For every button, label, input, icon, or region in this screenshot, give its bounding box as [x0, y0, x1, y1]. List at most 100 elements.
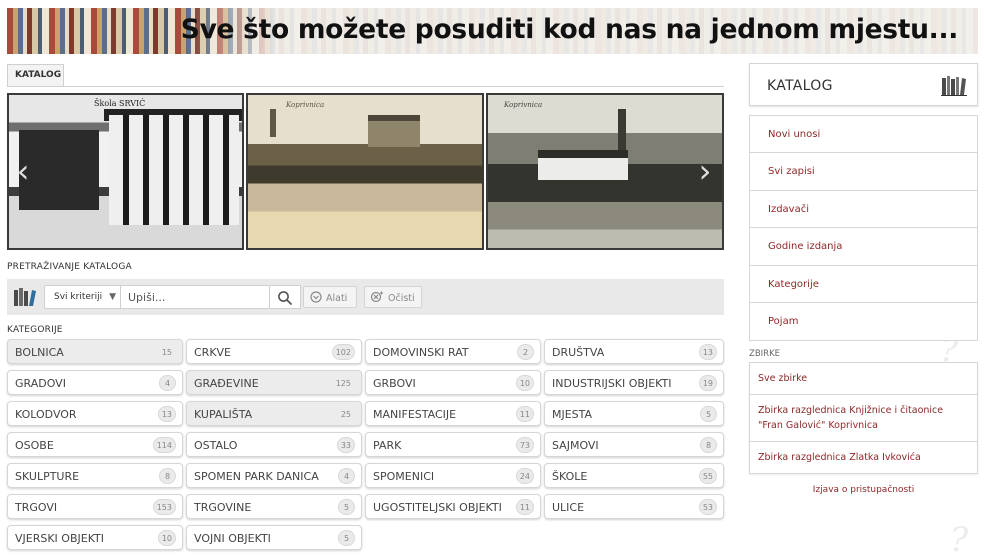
sidebar-item-pojam[interactable]: Pojam — [750, 303, 977, 340]
category-button[interactable]: KOLODVOR 13 — [7, 401, 183, 426]
image-carousel: Škola SRVIĆ Koprivnica Koprivnica ‹ › — [7, 93, 724, 250]
categories-title: KATEGORIJE — [7, 325, 63, 335]
watermark-glyph: ? — [950, 520, 969, 555]
category-button[interactable]: GRAĐEVINE 125 — [186, 370, 362, 395]
category-count-badge: 102 — [331, 344, 355, 360]
sidebar-title: KATALOG — [767, 78, 833, 94]
sidebar-item-svi-zapisi[interactable]: Svi zapisi — [750, 153, 977, 191]
category-button[interactable]: TRGOVI 153 — [7, 494, 183, 519]
category-count-badge: 55 — [698, 468, 717, 484]
category-button[interactable]: SKULPTURE 8 — [7, 463, 183, 488]
category-label: PARK — [373, 439, 402, 452]
clear-button[interactable]: Očisti — [364, 286, 422, 308]
category-label: UGOSTITELJSKI OBJEKTI — [373, 501, 502, 514]
category-button[interactable]: OSOBE 114 — [7, 432, 183, 457]
category-label: KOLODVOR — [15, 408, 77, 421]
category-count-badge: 53 — [698, 499, 717, 515]
category-label: GRADOVI — [15, 377, 66, 390]
category-label: INDUSTRIJSKI OBJEKTI — [552, 377, 672, 390]
category-label: CRKVE — [194, 346, 232, 359]
category-label: TRGOVINE — [194, 501, 252, 514]
search-button[interactable] — [270, 285, 301, 309]
category-count-badge: 2 — [517, 344, 534, 360]
sidebar-item-izdavaci[interactable]: Izdavači — [750, 191, 977, 229]
tools-button[interactable]: Alati — [303, 286, 357, 308]
category-button[interactable]: MANIFESTACIJE 11 — [365, 401, 541, 426]
accessibility-statement-link[interactable]: Izjava o pristupačnosti — [749, 485, 978, 495]
category-button[interactable]: MJESTA 5 — [544, 401, 724, 426]
category-button[interactable]: VOJNI OBJEKTI 5 — [186, 525, 362, 550]
tab-katalog[interactable]: KATALOG — [7, 64, 64, 86]
category-label: SKULPTURE — [15, 470, 80, 483]
collection-item-fran-galovic[interactable]: Zbirka razglednica Knjižnice i čitaonice… — [750, 395, 977, 442]
photo-caption: Koprivnica — [286, 101, 325, 109]
category-label: GRBOVI — [373, 377, 416, 390]
category-button[interactable]: PARK 73 — [365, 432, 541, 457]
category-button[interactable]: ŠKOLE 55 — [544, 463, 724, 488]
category-button[interactable]: ULICE 53 — [544, 494, 724, 519]
category-count-badge: 13 — [157, 406, 176, 422]
category-button[interactable]: GRBOVI 10 — [365, 370, 541, 395]
category-label: VOJNI OBJEKTI — [194, 532, 271, 545]
photo-caption: Koprivnica — [504, 101, 543, 109]
search-icon — [278, 291, 293, 306]
category-count-badge: 11 — [515, 406, 534, 422]
carousel-photo[interactable]: Škola SRVIĆ — [7, 93, 244, 250]
category-label: OSTALO — [194, 439, 238, 452]
category-button[interactable]: OSTALO 33 — [186, 432, 362, 457]
collections-title: ZBIRKE — [749, 349, 781, 359]
carousel-prev-icon[interactable]: ‹ — [15, 153, 31, 189]
category-label: KUPALIŠTA — [194, 408, 253, 421]
category-count-badge: 5 — [338, 530, 355, 546]
category-button[interactable]: SAJMOVI 8 — [544, 432, 724, 457]
carousel-next-icon[interactable]: › — [697, 153, 713, 189]
sidebar-header: KATALOG — [749, 63, 978, 106]
category-button[interactable]: CRKVE 102 — [186, 339, 362, 364]
category-button[interactable]: VJERSKI OBJEKTI 10 — [7, 525, 183, 550]
category-label: ŠKOLE — [552, 470, 588, 483]
criteria-select[interactable]: Svi kriteriji ▼ — [44, 285, 123, 309]
sidebar-item-novi-unosi[interactable]: Novi unosi — [750, 116, 977, 154]
category-count-badge: 10 — [515, 375, 534, 391]
category-button[interactable]: SPOMENICI 24 — [365, 463, 541, 488]
search-section-title: PRETRAŽIVANJE KATALOGA — [7, 262, 132, 272]
category-count-badge: 11 — [515, 499, 534, 515]
chevron-down-icon: ▼ — [109, 292, 116, 302]
category-label: MJESTA — [552, 408, 593, 421]
carousel-photo[interactable]: Koprivnica — [246, 93, 484, 250]
sidebar-menu: Novi unosi Svi zapisi Izdavači Godine iz… — [749, 115, 978, 342]
category-count-badge: 4 — [338, 468, 355, 484]
category-button[interactable]: DRUŠTVA 13 — [544, 339, 724, 364]
category-count-badge: 114 — [152, 437, 176, 453]
clear-button-label: Očisti — [388, 293, 415, 304]
category-button[interactable]: TRGOVINE 5 — [186, 494, 362, 519]
category-label: DOMOVINSKI RAT — [373, 346, 469, 359]
category-count-badge: 5 — [700, 406, 717, 422]
sidebar-item-kategorije[interactable]: Kategorije — [750, 266, 977, 303]
category-button[interactable]: UGOSTITELJSKI OBJEKTI 11 — [365, 494, 541, 519]
category-count-badge: 13 — [698, 344, 717, 360]
banner: Sve što možete posuditi kod nas na jedno… — [7, 8, 978, 54]
tools-button-label: Alati — [326, 293, 348, 304]
collection-item-all[interactable]: Sve zbirke — [750, 363, 977, 396]
carousel-photo[interactable]: Koprivnica — [486, 93, 724, 250]
category-count-badge: 153 — [152, 499, 176, 515]
category-label: ULICE — [552, 501, 585, 514]
tab-divider — [7, 86, 724, 87]
books-icon — [14, 288, 36, 306]
category-button[interactable]: DOMOVINSKI RAT 2 — [365, 339, 541, 364]
books-icon — [941, 76, 967, 96]
category-label: GRAĐEVINE — [194, 377, 259, 390]
category-button[interactable]: KUPALIŠTA 25 — [186, 401, 362, 426]
sidebar-item-godine-izdanja[interactable]: Godine izdanja — [750, 228, 977, 266]
category-button[interactable]: BOLNICA 15 — [7, 339, 183, 364]
category-button[interactable]: GRADOVI 4 — [7, 370, 183, 395]
category-label: MANIFESTACIJE — [373, 408, 457, 421]
search-input[interactable]: Upiši... — [120, 285, 270, 309]
tools-icon — [310, 291, 322, 303]
category-count-badge: 4 — [159, 375, 176, 391]
collection-item-zlatko-ivkovic[interactable]: Zbirka razglednica Zlatka Ivkovića — [750, 442, 977, 473]
category-button[interactable]: SPOMEN PARK DANICA 4 — [186, 463, 362, 488]
photo-caption: Škola SRVIĆ — [94, 99, 146, 108]
category-button[interactable]: INDUSTRIJSKI OBJEKTI 19 — [544, 370, 724, 395]
